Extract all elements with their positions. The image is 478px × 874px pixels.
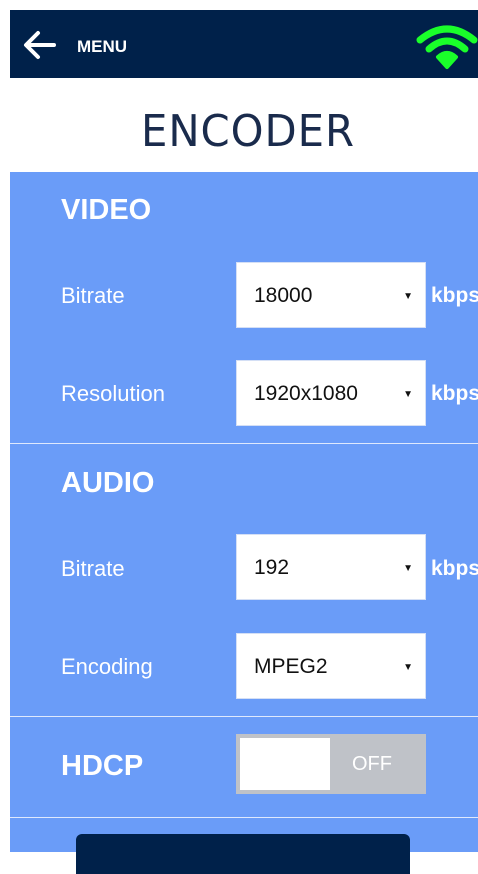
audio-section-title: AUDIO: [61, 467, 155, 499]
audio-bitrate-unit: kbps: [431, 557, 478, 580]
apply-button[interactable]: [76, 834, 410, 874]
top-bar: MENU: [10, 10, 478, 78]
dropdown-caret-icon: ▼: [403, 291, 413, 302]
dropdown-caret-icon: ▼: [403, 662, 413, 673]
arrow-left-icon: [24, 31, 56, 59]
resolution-value: 1920x1080: [254, 382, 358, 405]
dropdown-caret-icon: ▼: [403, 563, 413, 574]
video-bitrate-value: 18000: [254, 284, 313, 307]
video-section-title: VIDEO: [61, 194, 152, 226]
encoding-label: Encoding: [61, 654, 153, 679]
video-bitrate-select[interactable]: 18000 ▼: [236, 262, 426, 328]
hdcp-section-title: HDCP: [61, 750, 144, 782]
encoding-value: MPEG2: [254, 655, 328, 678]
resolution-unit: kbps: [431, 382, 478, 405]
page-title: ENCODER: [140, 106, 356, 157]
resolution-label: Resolution: [61, 381, 165, 406]
toggle-knob: [240, 738, 330, 790]
audio-bitrate-value: 192: [254, 556, 290, 579]
section-divider: [10, 817, 478, 818]
resolution-select[interactable]: 1920x1080 ▼: [236, 360, 426, 426]
menu-label[interactable]: MENU: [77, 37, 127, 57]
hdcp-toggle-state: OFF: [352, 753, 392, 775]
encoder-settings-panel: VIDEO Bitrate 18000 ▼ kbps Resolution 19…: [10, 172, 478, 874]
back-button[interactable]: [22, 30, 56, 60]
video-bitrate-unit: kbps: [431, 284, 478, 307]
wifi-icon: [416, 25, 478, 69]
video-bitrate-label: Bitrate: [61, 283, 125, 308]
section-divider: [10, 716, 478, 717]
audio-bitrate-label: Bitrate: [61, 556, 125, 581]
section-divider: [10, 443, 478, 444]
hdcp-toggle[interactable]: OFF: [236, 734, 426, 794]
dropdown-caret-icon: ▼: [403, 389, 413, 400]
encoding-select[interactable]: MPEG2 ▼: [236, 633, 426, 699]
audio-bitrate-select[interactable]: 192 ▼: [236, 534, 426, 600]
